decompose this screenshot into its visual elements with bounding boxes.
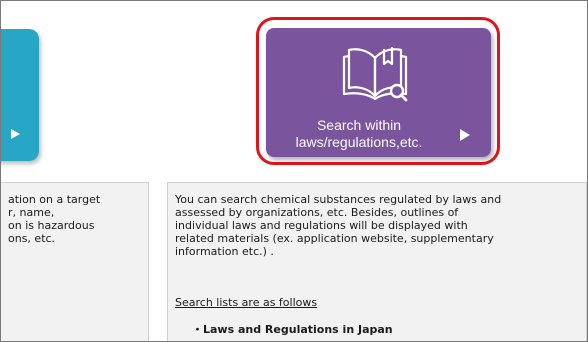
screenshot-frame: Search within laws/regulations,etc. atio…: [0, 0, 588, 342]
play-arrow-icon: [460, 129, 470, 141]
right-description-panel: You can search chemical substances regul…: [167, 182, 587, 341]
right-panel-line: assessed by organizations, etc. Besides,…: [175, 206, 459, 219]
search-tile-left[interactable]: [1, 29, 39, 161]
right-panel-description: You can search chemical substances regul…: [175, 193, 501, 258]
search-tile-label-line2: laws/regulations,etc.: [295, 134, 423, 150]
right-panel-line: related materials (ex. application websi…: [175, 232, 494, 245]
search-within-laws-button[interactable]: Search within laws/regulations,etc.: [266, 28, 491, 157]
left-description-panel: ation on a target r, name, on is hazardo…: [1, 182, 149, 341]
left-panel-line: ons, etc.: [8, 232, 56, 245]
search-lists-link[interactable]: Search lists are as follows: [175, 296, 317, 309]
play-arrow-icon: [11, 129, 20, 139]
left-panel-description: ation on a target r, name, on is hazardo…: [8, 193, 100, 245]
right-panel-line: individual laws and regulations will be …: [175, 219, 468, 232]
left-panel-line: ation on a target: [8, 193, 101, 206]
left-panel-line: on is hazardous: [8, 219, 95, 232]
right-panel-line: information etc.) .: [175, 245, 274, 258]
list-item-laws-japan: ・Laws and Regulations in Japan: [192, 323, 393, 336]
right-panel-line: You can search chemical substances regul…: [175, 193, 502, 206]
left-panel-line: r, name,: [8, 206, 55, 219]
search-tile-label-line1: Search within: [316, 117, 402, 133]
book-search-icon: [342, 46, 408, 102]
search-tile-label: Search within laws/regulations,etc.: [266, 117, 452, 151]
